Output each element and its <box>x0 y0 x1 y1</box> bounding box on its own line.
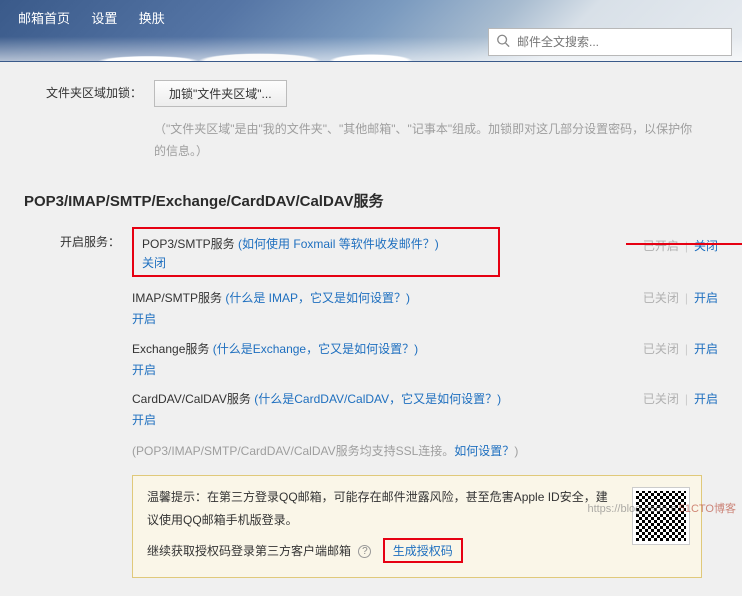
status-text-pop3: 已开启 <box>643 239 679 253</box>
services-section-title: POP3/IMAP/SMTP/Exchange/CardDAV/CalDAV服务 <box>24 190 718 211</box>
help-icon[interactable]: ? <box>358 545 371 558</box>
ssl-note: (POP3/IMAP/SMTP/CardDAV/CalDAV服务均支持SSL连接… <box>132 434 718 461</box>
toggle-imap[interactable]: 开启 <box>694 291 718 305</box>
service-action-pop3[interactable]: 关闭 <box>142 254 166 271</box>
service-help-exchange[interactable]: (什么是Exchange，它又是如何设置？) <box>213 342 418 356</box>
qr-code <box>633 488 689 544</box>
status-text-imap: 已关闭 <box>643 291 679 305</box>
service-row-carddav: CardDAV/CalDAV服务 (什么是CardDAV/CalDAV，它又是如… <box>132 384 718 434</box>
search-input[interactable] <box>488 28 732 56</box>
top-nav: 邮箱首页 设置 换肤 <box>18 8 183 27</box>
service-name-carddav: CardDAV/CalDAV服务 <box>132 392 254 406</box>
annotation-arrow <box>626 243 742 245</box>
service-row-imap: IMAP/SMTP服务 (什么是 IMAP，它又是如何设置？) 开启 已关闭|开… <box>132 283 718 333</box>
folder-lock-label: 文件夹区域加锁： <box>24 80 154 101</box>
service-action-imap[interactable]: 开启 <box>132 310 156 329</box>
services-list: POP3/SMTP服务 (如何使用 Foxmail 等软件收发邮件？) 关闭 已… <box>132 227 718 578</box>
status-text-exchange: 已关闭 <box>643 342 679 356</box>
search-icon <box>496 34 510 51</box>
service-name-imap: IMAP/SMTP服务 <box>132 291 225 305</box>
service-name-pop3: POP3/SMTP服务 <box>142 237 238 251</box>
folder-lock-row: 文件夹区域加锁： 加锁"文件夹区域"... （"文件夹区域"是由"我的文件夹"、… <box>24 80 718 162</box>
status-exchange: 已关闭|开启 <box>643 340 718 359</box>
ssl-tail: ) <box>514 444 518 458</box>
generate-auth-code-button[interactable]: 生成授权码 <box>383 538 463 563</box>
service-help-imap[interactable]: (什么是 IMAP，它又是如何设置？) <box>225 291 410 305</box>
toggle-exchange[interactable]: 开启 <box>694 342 718 356</box>
lock-folder-button[interactable]: 加锁"文件夹区域"... <box>154 80 287 107</box>
service-row-exchange: Exchange服务 (什么是Exchange，它又是如何设置？) 开启 已关闭… <box>132 334 718 384</box>
service-help-pop3[interactable]: (如何使用 Foxmail 等软件收发邮件？) <box>238 237 439 251</box>
service-help-carddav[interactable]: (什么是CardDAV/CalDAV，它又是如何设置？) <box>254 392 501 406</box>
ssl-text: (POP3/IMAP/SMTP/CardDAV/CalDAV服务均支持SSL连接… <box>132 444 454 458</box>
enable-services-label: 开启服务： <box>24 227 132 250</box>
app-header: 邮箱首页 设置 换肤 <box>0 0 742 62</box>
status-imap: 已关闭|开启 <box>643 289 718 308</box>
watermark-brand: 51CTO博客 <box>679 503 736 515</box>
watermark: https://blog.csdn.n51CTO博客 <box>587 500 736 516</box>
search-container <box>488 28 732 56</box>
nav-home[interactable]: 邮箱首页 <box>18 11 70 26</box>
highlight-box-pop3: POP3/SMTP服务 (如何使用 Foxmail 等软件收发邮件？) 关闭 <box>132 227 500 277</box>
warm-text2: 继续获取授权码登录第三方客户端邮箱 <box>147 544 351 558</box>
watermark-url: https://blog.csdn.n <box>587 503 676 515</box>
warm-label: 温馨提示： <box>147 490 207 504</box>
warm-text1: 在第三方登录QQ邮箱，可能存在邮件泄露风险，甚至危害Apple ID安全，建议使… <box>147 490 608 527</box>
ssl-help-link[interactable]: 如何设置？ <box>454 444 514 458</box>
warm-line2: 继续获取授权码登录第三方客户端邮箱 ? 生成授权码 <box>147 538 687 563</box>
service-action-carddav[interactable]: 开启 <box>132 411 156 430</box>
status-carddav: 已关闭|开启 <box>643 390 718 409</box>
nav-settings[interactable]: 设置 <box>91 11 117 26</box>
service-name-exchange: Exchange服务 <box>132 342 213 356</box>
status-pop3: 已开启|关闭 <box>643 237 718 254</box>
folder-lock-desc: （"文件夹区域"是由"我的文件夹"、"其他邮箱"、"记事本"组成。加锁即对这几部… <box>154 119 694 162</box>
services-wrap: 开启服务： POP3/SMTP服务 (如何使用 Foxmail 等软件收发邮件？… <box>24 227 718 578</box>
toggle-carddav[interactable]: 开启 <box>694 392 718 406</box>
nav-skin[interactable]: 换肤 <box>139 11 165 26</box>
status-text-carddav: 已关闭 <box>643 392 679 406</box>
warm-tip-box: 温馨提示：在第三方登录QQ邮箱，可能存在邮件泄露风险，甚至危害Apple ID安… <box>132 475 702 578</box>
service-action-exchange[interactable]: 开启 <box>132 361 156 380</box>
toggle-pop3[interactable]: 关闭 <box>694 239 718 253</box>
